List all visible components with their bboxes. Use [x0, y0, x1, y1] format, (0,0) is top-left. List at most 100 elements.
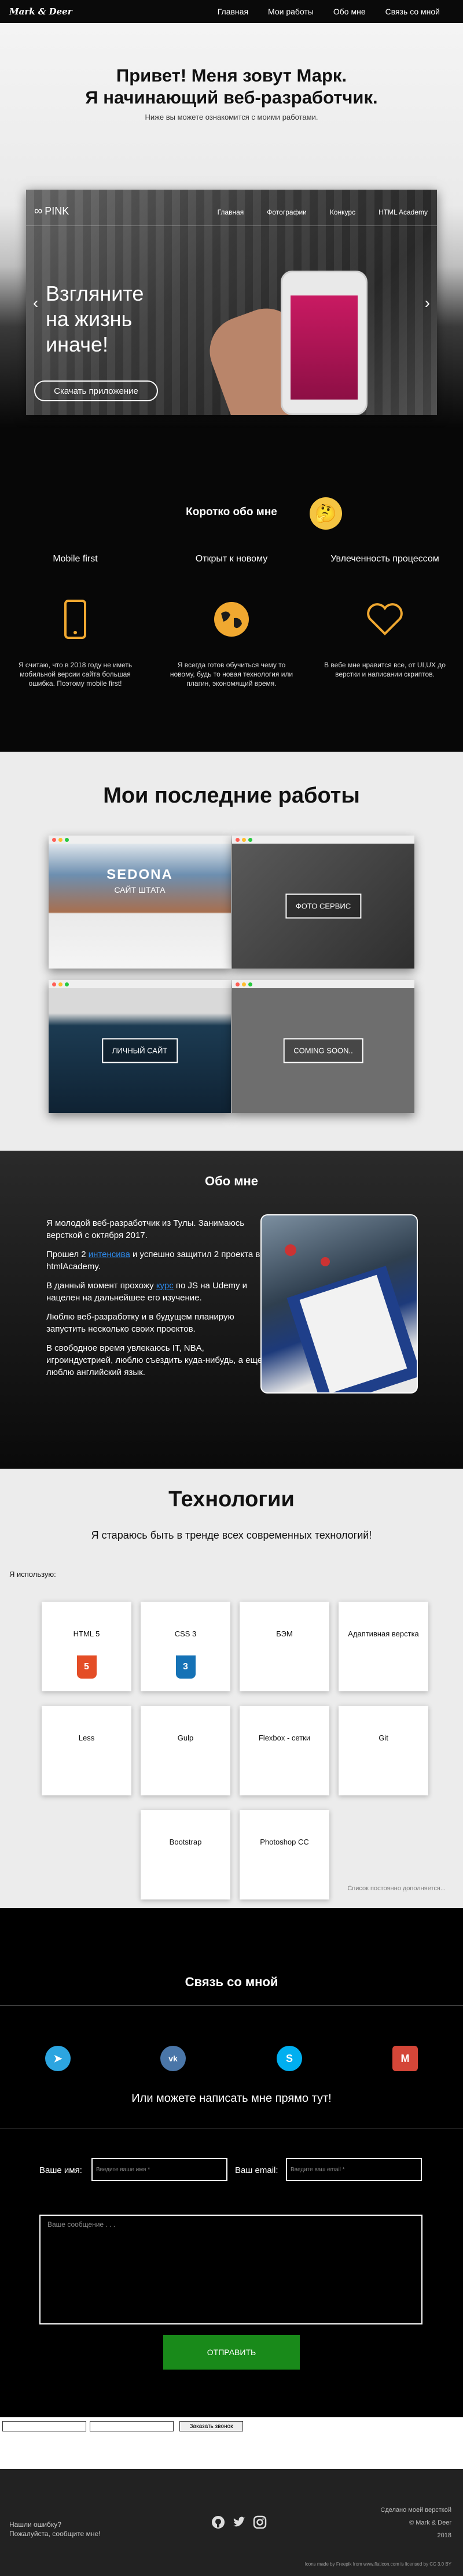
- feature-heading: Mobile first: [53, 554, 98, 564]
- email-input[interactable]: [286, 2158, 422, 2181]
- tech-tile-label: Photoshop CC: [260, 1838, 309, 1846]
- tech-use-label: Я использую:: [9, 1570, 56, 1579]
- slider-headline-line: Взгляните: [46, 282, 144, 305]
- about-paragraph: В свободное время увлекаюсь IT, NBA, игр…: [46, 1343, 262, 1377]
- pink-brand: PINK: [45, 205, 69, 217]
- tech-tile-label: Flexbox - сетки: [258, 1734, 311, 1742]
- phone-screen: [291, 295, 358, 400]
- gmail-icon[interactable]: M: [392, 2046, 418, 2071]
- pink-nav-item: Фотографии: [267, 208, 307, 216]
- telegram-icon[interactable]: ➤: [45, 2046, 71, 2071]
- feature-text: Я всегда готов обучиться чему то новому,…: [170, 661, 293, 688]
- footer-text: 2018: [437, 2532, 451, 2539]
- tech-tile-css3: CSS 3 3: [141, 1602, 230, 1691]
- browser-bar: [49, 980, 231, 988]
- feature-heading: Открыт к новому: [195, 554, 268, 564]
- hero-title-line-2: Я начинающий веб-разработчик.: [85, 87, 378, 108]
- about-text-part: Прошел 2: [46, 1250, 86, 1259]
- footer-error-report[interactable]: Нашли ошибку? Пожалуйста, сообщите мне!: [9, 2520, 100, 2538]
- send-button[interactable]: ОТПРАВИТЬ: [163, 2335, 300, 2370]
- callback-input[interactable]: [90, 2421, 174, 2431]
- callback-input[interactable]: [2, 2421, 86, 2431]
- name-input[interactable]: [91, 2158, 227, 2181]
- tech-tile-label: CSS 3: [174, 1629, 197, 1638]
- tech-tile-bootstrap: Bootstrap: [141, 1810, 230, 1899]
- intensive-link[interactable]: интенсива: [89, 1250, 130, 1259]
- short-about-title: Коротко обо мне: [186, 506, 277, 518]
- about-section: Обо мне Я молодой веб-разработчик из Тул…: [0, 1151, 463, 1469]
- work-preview: ФОТО СЕРВИС: [232, 844, 414, 969]
- work-preview: COMING SOON..: [232, 988, 414, 1113]
- nav-link-works[interactable]: Мои работы: [268, 7, 314, 16]
- footer-text: Нашли ошибку?: [9, 2520, 61, 2529]
- message-textarea[interactable]: [39, 2215, 422, 2324]
- nav-link-home[interactable]: Главная: [218, 7, 248, 16]
- pink-nav: Главная Фотографии Конкурс HTML Academy: [218, 208, 428, 216]
- skype-icon[interactable]: S: [277, 2046, 302, 2071]
- browser-bar: [49, 836, 231, 844]
- short-about-section: Коротко обо мне 🤔 Mobile first Я считаю,…: [0, 428, 463, 752]
- about-title: Обо мне: [204, 1174, 259, 1188]
- hero-section: Привет! Меня зовут Марк. Я начинающий ве…: [0, 23, 463, 428]
- feature-mobile-first: Mobile first Я считаю, что в 2018 году н…: [3, 554, 148, 688]
- course-link[interactable]: курс: [156, 1281, 174, 1291]
- about-photo: [260, 1214, 418, 1394]
- slider-next-arrow-icon[interactable]: ›: [425, 294, 430, 312]
- about-paragraph: Люблю веб-разработку и в будущем планиру…: [46, 1312, 234, 1334]
- about-paragraph: Прошел 2 интенсива и успешно защитил 2 п…: [46, 1248, 266, 1273]
- footer-text: Сделано моей версткой: [380, 2507, 451, 2514]
- tech-tile-less: Less: [42, 1706, 131, 1795]
- nav-links: Главная Мои работы Обо мне Связь со мной: [218, 7, 440, 16]
- footer-credit: Icons made by Freepik from www.flaticon.…: [304, 2562, 451, 2567]
- tech-tile-label: Gulp: [177, 1734, 194, 1742]
- feature-passion: Увлеченность процессом В вебе мне нравит…: [313, 554, 457, 679]
- site-logo[interactable]: Mark & Deer: [9, 6, 72, 17]
- nav-link-contact[interactable]: Связь со мной: [385, 7, 440, 16]
- pink-project-slider[interactable]: ∞ PINK Главная Фотографии Конкурс HTML A…: [26, 190, 437, 415]
- html5-icon: 5: [76, 1655, 97, 1679]
- contact-write-text: Или можете написать мне прямо тут!: [131, 2092, 332, 2105]
- nav-link-about[interactable]: Обо мне: [333, 7, 366, 16]
- contact-section: Связь со мной ➤ vk S M Или можете написа…: [0, 1908, 463, 2417]
- pink-logo-icon: ∞: [34, 205, 42, 217]
- about-paragraph: Я молодой веб-разработчик из Тулы. Заним…: [46, 1218, 245, 1240]
- top-nav: Mark & Deer Главная Мои работы Обо мне С…: [0, 0, 463, 23]
- works-section: Мои последние работы SEDONA САЙТ ШТАТА Ф…: [0, 752, 463, 1151]
- tech-tile-gulp: Gulp: [141, 1706, 230, 1795]
- slider-prev-arrow-icon[interactable]: ‹: [33, 294, 38, 312]
- tech-tile-label: Bootstrap: [169, 1838, 202, 1846]
- github-icon[interactable]: [211, 2515, 225, 2533]
- twitter-icon[interactable]: [232, 2515, 246, 2533]
- instagram-icon[interactable]: [253, 2515, 267, 2533]
- hero-title-line-1: Привет! Меня зовут Марк.: [116, 65, 347, 86]
- work-label: COMING SOON..: [283, 1038, 363, 1063]
- tech-tile-label: Адаптивная верстка: [348, 1629, 419, 1638]
- work-card-personal-site[interactable]: ЛИЧНЫЙ САЙТ: [49, 980, 231, 1113]
- tech-tile-label: БЭМ: [276, 1629, 293, 1638]
- feature-text: В вебе мне нравится все, от UI,UX до вер…: [324, 661, 446, 678]
- work-card-sedona[interactable]: SEDONA САЙТ ШТАТА: [49, 836, 231, 969]
- tech-tile-html5: HTML 5 5: [42, 1602, 131, 1691]
- callback-button[interactable]: Заказать звонок: [179, 2421, 243, 2431]
- tech-title: Технологии: [168, 1487, 295, 1511]
- vk-icon[interactable]: vk: [160, 2046, 186, 2071]
- work-card-coming-soon[interactable]: COMING SOON..: [232, 980, 414, 1113]
- work-preview: ЛИЧНЫЙ САЙТ: [49, 988, 231, 1113]
- globe-icon: [211, 599, 252, 640]
- email-label: Ваш email:: [235, 2165, 278, 2175]
- work-title: SEDONA: [106, 867, 173, 882]
- tech-tile-label: Git: [379, 1734, 388, 1742]
- tech-subtitle: Я стараюсь быть в тренде всех современны…: [91, 1529, 372, 1541]
- slider-headline-line: иначе!: [46, 332, 108, 356]
- tech-tile-bem: БЭМ: [240, 1602, 329, 1691]
- work-card-photo-service[interactable]: ФОТО СЕРВИС: [232, 836, 414, 969]
- download-app-button[interactable]: Скачать приложение: [34, 380, 158, 401]
- css3-icon: 3: [175, 1655, 196, 1679]
- about-text: Я молодой веб-разработчик из Тулы. Заним…: [46, 1217, 266, 1385]
- footer: Нашли ошибку? Пожалуйста, сообщите мне! …: [0, 2469, 463, 2576]
- slider-headline: Взгляните на жизнь иначе!: [46, 281, 144, 357]
- feature-open-to-new: Открыт к новому Я всегда готов обучиться…: [159, 554, 304, 688]
- footer-text: Пожалуйста, сообщите мне!: [9, 2530, 101, 2538]
- certificate-photo-icon: [285, 1244, 417, 1392]
- tech-tile-label: HTML 5: [73, 1629, 100, 1638]
